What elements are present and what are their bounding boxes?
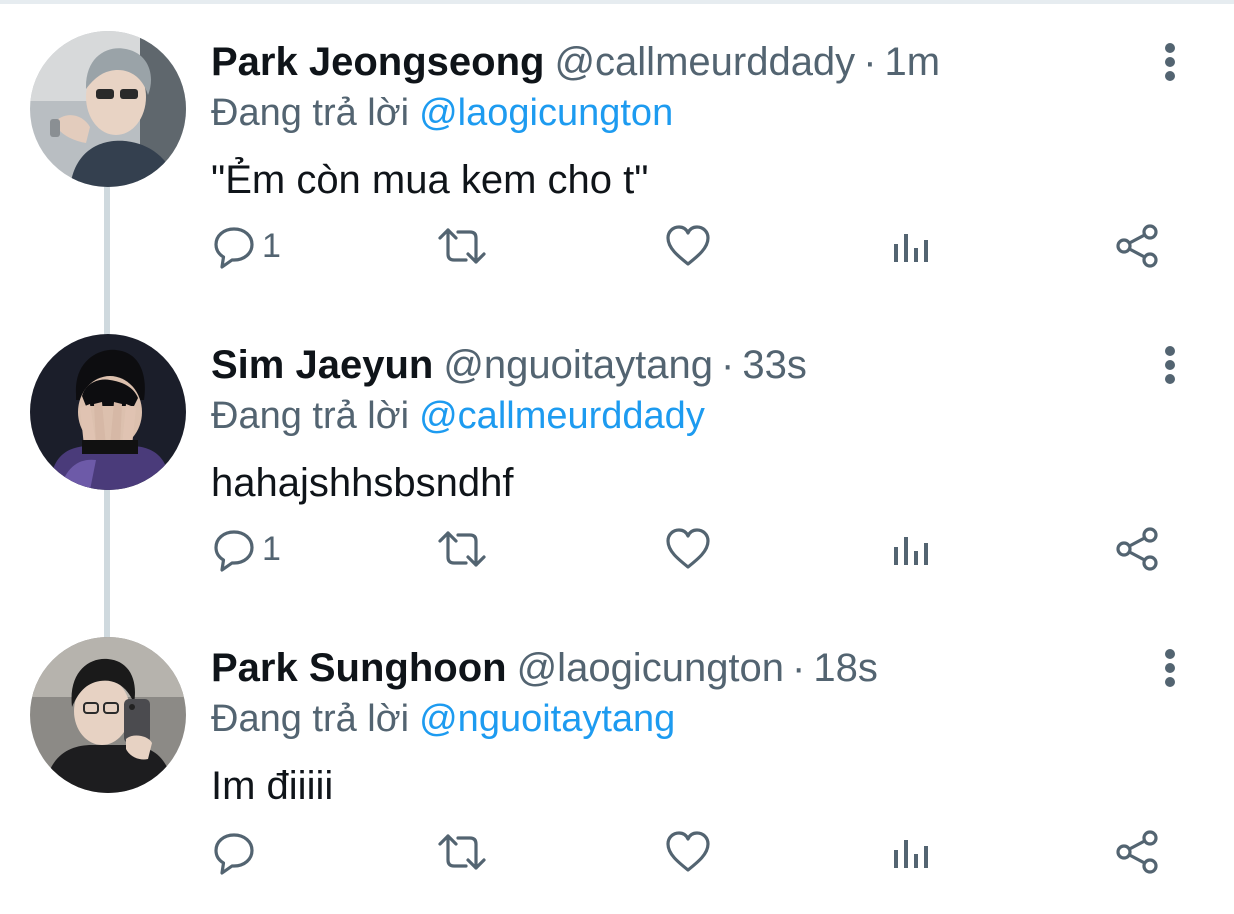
avatar-photo — [30, 637, 186, 793]
more-vertical-icon[interactable] — [1150, 38, 1190, 86]
mention-link[interactable]: @callmeurddady — [419, 395, 705, 437]
reply-button[interactable]: 1 — [210, 519, 281, 579]
timestamp[interactable]: 18s — [813, 646, 878, 690]
separator-dot: · — [863, 40, 877, 84]
replying-to-line: Đang trả lời @laogicungton — [211, 88, 673, 138]
share-button[interactable] — [1112, 216, 1162, 276]
reply-thread: Park Jeongseong @callmeurddady · 1m Đang tr… — [0, 0, 1234, 914]
tweet-actions — [210, 822, 1170, 882]
tweet[interactable]: Sim Jaeyun @nguoitaytang · 33s Đang trả lời… — [0, 307, 1234, 610]
separator-dot: · — [792, 646, 806, 690]
heart-icon — [666, 528, 710, 569]
retweet-icon — [438, 228, 486, 264]
views-button[interactable] — [890, 519, 932, 579]
share-icon — [1116, 830, 1158, 874]
views-bar-chart-icon — [894, 840, 928, 868]
user-handle[interactable]: @callmeurddady — [554, 40, 855, 84]
retweet-icon — [438, 834, 486, 870]
views-button[interactable] — [890, 822, 932, 882]
views-button[interactable] — [890, 216, 932, 276]
like-button[interactable] — [664, 216, 712, 276]
reply-bubble-icon — [214, 227, 254, 269]
tweet-actions: 1 — [210, 216, 1170, 276]
tweet-text: hahajshhsbsndhf — [211, 461, 514, 505]
heart-icon — [666, 831, 710, 872]
display-name[interactable]: Park Sunghoon — [211, 646, 507, 690]
like-button[interactable] — [664, 822, 712, 882]
separator-dot: · — [721, 343, 735, 387]
reply-bubble-icon — [214, 530, 254, 572]
views-bar-chart-icon — [894, 537, 928, 565]
retweet-button[interactable] — [436, 822, 488, 882]
timestamp[interactable]: 33s — [742, 343, 807, 387]
user-handle[interactable]: @nguoitaytang — [443, 343, 713, 387]
more-vertical-icon[interactable] — [1150, 341, 1190, 389]
tweet-header: Sim Jaeyun @nguoitaytang · 33s — [211, 339, 807, 391]
retweet-button[interactable] — [436, 519, 488, 579]
heart-icon — [666, 225, 710, 266]
display-name[interactable]: Park Jeongseong — [211, 40, 544, 84]
mention-link[interactable]: @nguoitaytang — [419, 698, 675, 740]
reply-bubble-icon — [214, 833, 254, 875]
user-handle[interactable]: @laogicungton — [517, 646, 784, 690]
tweet-header: Park Jeongseong @callmeurddady · 1m — [211, 36, 940, 88]
retweet-icon — [438, 531, 486, 567]
tweet-text: "Ẻm còn mua kem cho t" — [211, 158, 649, 202]
reply-count: 1 — [262, 529, 281, 568]
tweet-text: Im điiiii — [211, 764, 334, 808]
tweet[interactable]: Park Jeongseong @callmeurddady · 1m Đang tr… — [0, 4, 1234, 307]
reply-count: 1 — [262, 226, 281, 265]
like-button[interactable] — [664, 519, 712, 579]
avatar[interactable] — [30, 334, 186, 490]
retweet-button[interactable] — [436, 216, 488, 276]
avatar[interactable] — [30, 637, 186, 793]
replying-to-label: Đang trả lời — [211, 698, 410, 740]
share-icon — [1116, 527, 1158, 571]
replying-to-label: Đang trả lời — [211, 395, 410, 437]
mention-link[interactable]: @laogicungton — [419, 92, 673, 134]
reply-button[interactable] — [210, 822, 262, 882]
tweet-actions: 1 — [210, 519, 1170, 579]
tweet[interactable]: Park Sunghoon @laogicungton · 18s Đang trả … — [0, 610, 1234, 913]
avatar-photo — [30, 334, 186, 490]
tweet-header: Park Sunghoon @laogicungton · 18s — [211, 642, 878, 694]
views-bar-chart-icon — [894, 234, 928, 262]
avatar[interactable] — [30, 31, 186, 187]
more-vertical-icon[interactable] — [1150, 644, 1190, 692]
avatar-photo — [30, 31, 186, 187]
display-name[interactable]: Sim Jaeyun — [211, 343, 433, 387]
share-icon — [1116, 224, 1158, 268]
share-button[interactable] — [1112, 519, 1162, 579]
timestamp[interactable]: 1m — [885, 40, 941, 84]
reply-button[interactable]: 1 — [210, 216, 281, 276]
share-button[interactable] — [1112, 822, 1162, 882]
replying-to-line: Đang trả lời @nguoitaytang — [211, 694, 675, 744]
replying-to-label: Đang trả lời — [211, 92, 410, 134]
replying-to-line: Đang trả lời @callmeurddady — [211, 391, 705, 441]
